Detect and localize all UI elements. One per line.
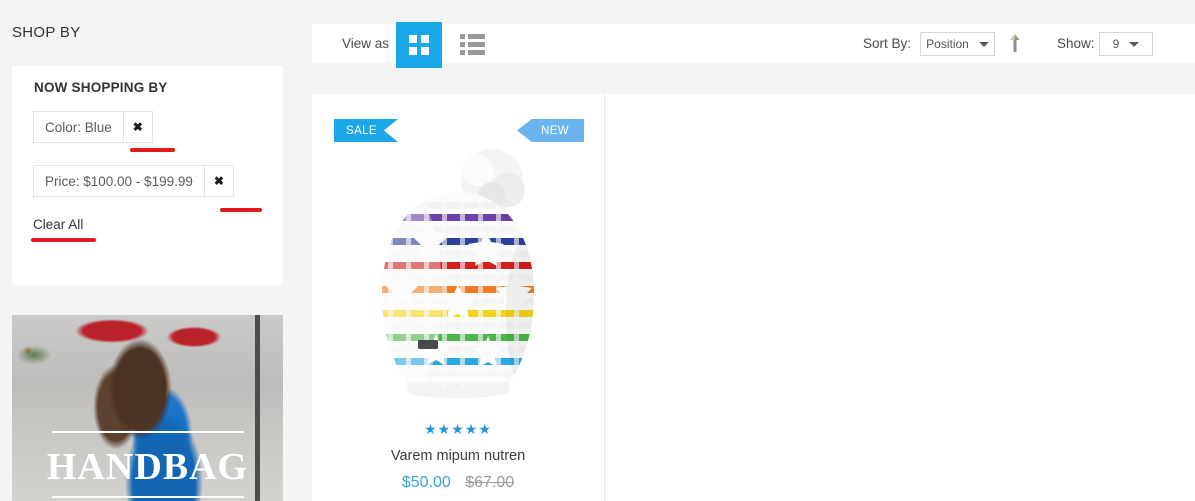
product-card[interactable]: SALE NEW ★★★★★ Varem mipum nutren $50.00…: [312, 94, 604, 501]
annotation-underline-color-remove: [130, 148, 175, 152]
view-as-label: View as: [342, 36, 390, 51]
list-icon: [452, 34, 486, 55]
badge-new: NEW: [517, 119, 584, 142]
show-label: Show:: [1057, 36, 1095, 51]
close-icon[interactable]: ✖: [203, 166, 233, 196]
annotation-underline-clear-all: [31, 238, 96, 242]
grid-view-button[interactable]: [396, 22, 442, 68]
show-per-page-value: 9: [1112, 37, 1120, 51]
grid-column-divider: [604, 94, 605, 501]
product-name[interactable]: Varem mipum nutren: [312, 448, 604, 464]
sidebar: SHOP BY NOW SHOPPING BY Color: Blue ✖ Pr…: [0, 0, 300, 501]
badge-sale: SALE: [334, 119, 398, 142]
list-view-button[interactable]: [452, 30, 486, 58]
chevron-down-icon: [978, 41, 989, 47]
sort-by-label: Sort By:: [863, 36, 912, 51]
shop-by-heading: SHOP BY: [12, 24, 81, 41]
active-filter-color-label: Color: Blue: [45, 119, 112, 135]
catalog-page: SHOP BY NOW SHOPPING BY Color: Blue ✖ Pr…: [0, 0, 1195, 501]
chevron-down-icon: [1129, 41, 1140, 47]
active-filter-price-label: Price: $100.00 - $199.99: [45, 173, 193, 189]
grid-icon: [409, 35, 429, 55]
product-rating-stars: ★★★★★: [424, 421, 492, 437]
now-shopping-by-heading: NOW SHOPPING BY: [34, 80, 168, 95]
active-filter-price[interactable]: Price: $100.00 - $199.99 ✖: [33, 165, 234, 197]
price-special: $50.00: [401, 474, 451, 491]
product-grid: SALE NEW ★★★★★ Varem mipum nutren $50.00…: [312, 94, 1195, 501]
sort-by-select[interactable]: Position: [920, 32, 995, 56]
annotation-underline-price-remove: [220, 208, 262, 212]
active-filter-color[interactable]: Color: Blue ✖: [33, 111, 153, 143]
sort-direction-button[interactable]: [1006, 32, 1024, 56]
promo-banner-handbag[interactable]: HANDBAG: [12, 315, 283, 501]
arrow-up-icon: [1010, 34, 1020, 52]
banner-rule-bottom: [52, 496, 244, 498]
product-image[interactable]: [358, 144, 558, 409]
show-per-page-select[interactable]: 9: [1099, 32, 1153, 56]
promo-banner-caption: HANDBAG: [46, 446, 249, 488]
banner-rule-top: [52, 431, 244, 433]
sort-by-value: Position: [926, 37, 969, 51]
knit-beanie-image: [382, 149, 534, 398]
price-old: $67.00: [465, 474, 515, 491]
catalog-toolbar: View as Sort By: Position Show: 9: [312, 22, 1195, 68]
product-price: $50.00 $67.00: [312, 474, 604, 492]
clear-all-link[interactable]: Clear All: [33, 217, 83, 232]
close-icon[interactable]: ✖: [122, 112, 152, 142]
